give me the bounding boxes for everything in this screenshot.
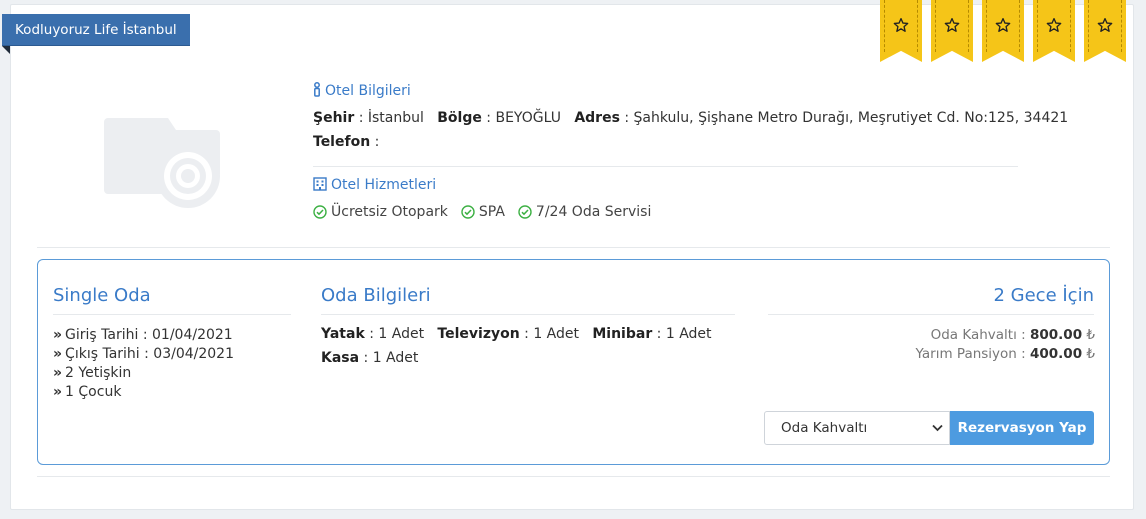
hotel-info-line: Şehir : İstanbul Bölge : BEYOĞLU Adres :… [313, 110, 1069, 126]
room-details: » Giriş Tarihi : 01/04/2021 » Çıkış Tarihi… [53, 326, 234, 402]
building-icon [313, 177, 327, 191]
double-chevron-icon: » [53, 346, 63, 362]
double-chevron-icon: » [53, 327, 63, 343]
bed-label: Yatak [321, 326, 365, 342]
room-info-title: Oda Bilgileri [321, 285, 431, 306]
price-row: Oda Kahvaltı : 800.00 ₺ [930, 327, 1095, 343]
info-icon [314, 82, 320, 97]
list-item: » Çıkış Tarihi : 03/04/2021 [53, 346, 234, 362]
divider [53, 314, 291, 315]
hotel-name-ribbon: Kodluyoruz Life İstanbul [2, 14, 190, 46]
reserve-button[interactable]: Rezervasyon Yap [950, 411, 1094, 445]
region-value: BEYOĞLU [495, 110, 561, 126]
star-outline-icon [944, 18, 960, 32]
camera-icon [104, 118, 220, 208]
star-outline-icon [1097, 18, 1113, 32]
room-features-line: Yatak : 1 Adet Televizyon : 1 Adet Minib… [321, 326, 712, 342]
region-label: Bölge [437, 110, 482, 126]
double-chevron-icon: » [53, 365, 63, 381]
minibar-value: 1 Adet [665, 326, 712, 342]
address-value: Şahkulu, Şişhane Metro Durağı, Meşrutiye… [633, 110, 1069, 126]
tv-value: 1 Adet [533, 326, 579, 342]
board-type-select[interactable]: Oda Kahvaltı [764, 411, 950, 445]
ribbon-fold [2, 46, 10, 54]
list-item: » Giriş Tarihi : 01/04/2021 [53, 327, 233, 343]
divider [37, 476, 1110, 477]
service-item: SPA [461, 204, 505, 220]
minibar-label: Minibar [592, 326, 653, 342]
star-outline-icon [893, 18, 909, 32]
bed-value: 1 Adet [378, 326, 425, 342]
room-features-line: Kasa : 1 Adet [321, 350, 419, 366]
hotel-services-title: Otel Hizmetleri [313, 177, 436, 193]
services-list: Ücretsiz Otopark SPA 7/24 Oda Servisi [313, 204, 651, 220]
price-row: Yarım Pansiyon : 400.00 ₺ [915, 346, 1096, 362]
city-label: Şehir [313, 110, 355, 126]
divider [37, 247, 1110, 248]
phone-label: Telefon [313, 134, 371, 150]
city-value: İstanbul [367, 110, 424, 126]
safe-label: Kasa [321, 350, 360, 366]
service-item: 7/24 Oda Servisi [518, 204, 651, 220]
check-circle-icon [313, 205, 327, 219]
divider [321, 314, 735, 315]
list-item: » 2 Yetişkin [53, 365, 132, 381]
star-outline-icon [995, 18, 1011, 32]
hotel-info-title: Otel Bilgileri [313, 82, 411, 99]
room-name: Single Oda [53, 285, 151, 306]
divider [313, 166, 1018, 167]
chevron-down-icon [932, 424, 943, 432]
address-label: Adres [574, 110, 620, 126]
check-circle-icon [461, 205, 475, 219]
nights-title: 2 Gece İçin [993, 285, 1094, 306]
tv-label: Televizyon [437, 326, 520, 342]
list-item: » 1 Çocuk [53, 384, 122, 400]
check-circle-icon [518, 205, 532, 219]
safe-value: 1 Adet [372, 350, 419, 366]
divider [768, 314, 1094, 315]
phone-line: Telefon : [313, 134, 380, 150]
double-chevron-icon: » [53, 384, 63, 400]
service-item: Ücretsiz Otopark [313, 204, 448, 220]
star-outline-icon [1046, 18, 1062, 32]
